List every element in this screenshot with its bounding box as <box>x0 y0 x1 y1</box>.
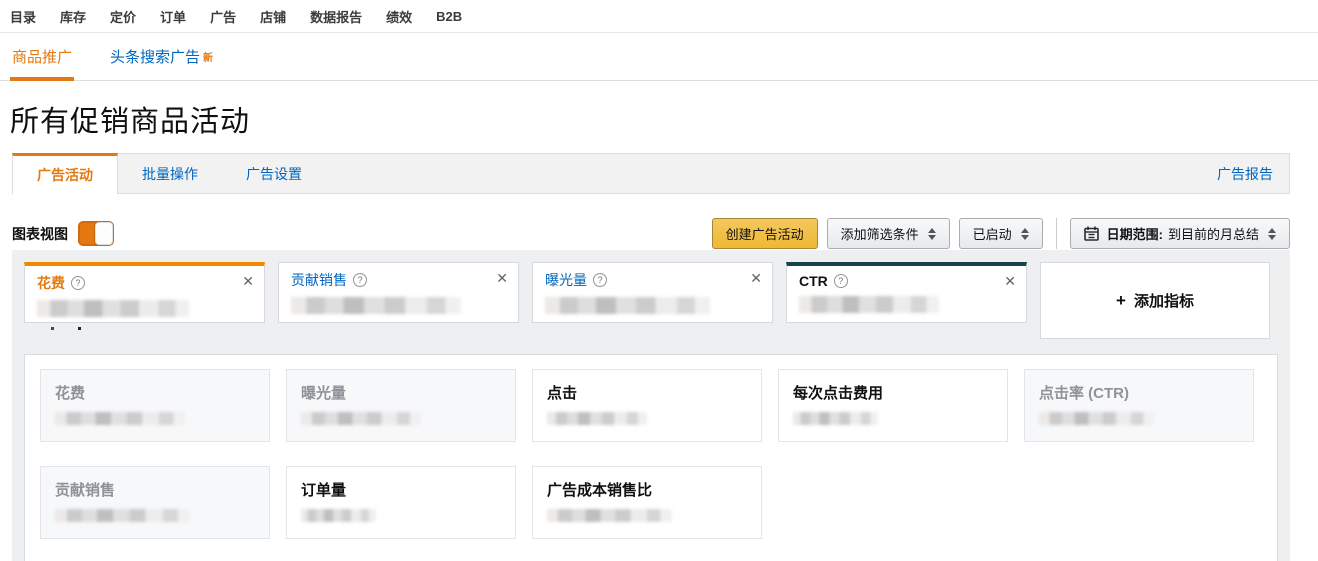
chart-view-toggle[interactable] <box>78 221 114 246</box>
nav-item-store[interactable]: 店铺 <box>260 7 286 26</box>
nav-item-performance[interactable]: 绩效 <box>386 7 412 26</box>
metric-picker-panel: 花费 曝光量 点击 每次点击费用 点击率 (CTR) 贡献销售 订单量 广告成本… <box>24 354 1278 561</box>
help-icon[interactable]: ? <box>593 273 607 287</box>
metric-card-attributed-sales[interactable]: 贡献销售 ? ✕ <box>278 262 519 323</box>
nav-item-advertising[interactable]: 广告 <box>210 7 236 26</box>
redacted-value <box>799 296 939 313</box>
metric-card-spend[interactable]: 花费 ? ✕ <box>24 262 265 330</box>
help-icon[interactable]: ? <box>353 273 367 287</box>
calendar-icon <box>1083 226 1099 241</box>
metric-card-impressions[interactable]: 曝光量 ? ✕ <box>532 262 773 323</box>
metric-tile-label: 花费 <box>55 385 86 402</box>
controls-buttons: 创建广告活动 添加筛选条件 已启动 日期范围: 到目前的月总结 <box>711 218 1290 249</box>
nav-item-reports[interactable]: 数据报告 <box>310 7 362 26</box>
help-icon[interactable]: ? <box>833 274 848 288</box>
add-metric-button[interactable]: + 添加指标 <box>1040 262 1270 339</box>
new-badge: 新 <box>203 53 214 64</box>
add-filter-dropdown[interactable]: 添加筛选条件 <box>826 218 950 249</box>
toggle-knob <box>95 222 113 245</box>
metric-tile-row-1: 花费 曝光量 点击 每次点击费用 点击率 (CTR) <box>40 369 1262 442</box>
controls-row: 图表视图 创建广告活动 添加筛选条件 已启动 日期范围: 到目前的月总结 <box>12 218 1290 249</box>
plus-icon: + <box>1116 290 1126 310</box>
redacted-value <box>793 412 878 425</box>
nav-item-pricing[interactable]: 定价 <box>110 7 136 26</box>
create-campaign-button[interactable]: 创建广告活动 <box>711 218 818 249</box>
selected-metric-cards-row: 花费 ? ✕ 贡献销售 ? ✕ 曝光量 ? ✕ CTR ? ✕ + 添加指标 <box>24 262 1278 339</box>
metric-tile-label: 点击率 (CTR) <box>1039 385 1129 402</box>
help-icon[interactable]: ? <box>71 276 85 290</box>
redaction-artifact <box>51 327 54 330</box>
redacted-value <box>547 412 647 425</box>
nav-item-inventory[interactable]: 库存 <box>60 7 86 26</box>
metric-card-label: CTR <box>799 273 828 289</box>
metric-tile-label: 点击 <box>547 385 578 402</box>
campaign-tab-strip: 广告活动 批量操作 广告设置 广告报告 <box>12 153 1290 194</box>
subnav-sponsored-products-label: 商品推广 <box>12 49 73 66</box>
metric-card-label: 曝光量 <box>545 272 587 288</box>
metric-tile-label: 每次点击费用 <box>793 385 884 402</box>
redacted-value <box>55 509 190 522</box>
redacted-value <box>55 412 185 425</box>
nav-item-catalog[interactable]: 目录 <box>10 7 36 26</box>
top-navigation: 目录 库存 定价 订单 广告 店铺 数据报告 绩效 B2B <box>0 0 1318 33</box>
tab-bulk-operations[interactable]: 批量操作 <box>118 154 222 193</box>
metrics-section: 花费 ? ✕ 贡献销售 ? ✕ 曝光量 ? ✕ CTR ? ✕ + 添加指标 花… <box>12 250 1290 561</box>
dropdown-arrows-icon <box>1268 227 1276 240</box>
metric-tile-row-2: 贡献销售 订单量 广告成本销售比 <box>40 466 1262 539</box>
tab-campaigns[interactable]: 广告活动 <box>12 153 118 194</box>
vertical-separator <box>1055 218 1057 249</box>
ad-reports-link[interactable]: 广告报告 <box>1217 164 1273 184</box>
metric-tile-orders[interactable]: 订单量 <box>286 466 516 539</box>
metric-card-label: 花费 <box>37 275 65 291</box>
date-range-dropdown[interactable]: 日期范围: 到目前的月总结 <box>1069 218 1290 249</box>
status-filter-label: 已启动 <box>972 227 1012 242</box>
status-filter-dropdown[interactable]: 已启动 <box>958 218 1043 249</box>
nav-item-orders[interactable]: 订单 <box>160 7 186 26</box>
metric-tile-ctr: 点击率 (CTR) <box>1024 369 1254 442</box>
subnav-item-headline-search-ads[interactable]: 头条搜索广告 新 <box>108 33 215 80</box>
subnav-headline-ads-label: 头条搜索广告 <box>110 49 201 66</box>
add-filter-label: 添加筛选条件 <box>840 227 919 242</box>
chart-view-label: 图表视图 <box>12 225 68 242</box>
page-title: 所有促销商品活动 <box>10 106 251 138</box>
metric-card-ctr[interactable]: CTR ? ✕ <box>786 262 1027 323</box>
close-icon[interactable]: ✕ <box>496 271 508 285</box>
dropdown-arrows-icon <box>1020 227 1029 240</box>
tab-ad-settings[interactable]: 广告设置 <box>222 154 326 193</box>
date-range-label: 日期范围: <box>1106 227 1163 242</box>
metric-card-label: 贡献销售 <box>291 272 347 288</box>
close-icon[interactable]: ✕ <box>1004 274 1016 288</box>
nav-item-b2b[interactable]: B2B <box>436 9 462 24</box>
metric-tile-cpc[interactable]: 每次点击费用 <box>778 369 1008 442</box>
redacted-value <box>301 412 421 425</box>
close-icon[interactable]: ✕ <box>242 274 254 288</box>
redacted-value <box>547 509 672 522</box>
metric-tile-label: 曝光量 <box>301 385 347 402</box>
metric-tile-label: 广告成本销售比 <box>547 482 653 499</box>
add-metric-label: 添加指标 <box>1133 293 1194 310</box>
metric-tile-spend: 花费 <box>40 369 270 442</box>
redacted-value <box>1039 412 1154 425</box>
redaction-artifact <box>78 327 81 330</box>
subnav-item-sponsored-products[interactable]: 商品推广 <box>10 33 75 81</box>
metric-tile-label: 订单量 <box>301 482 347 499</box>
metric-tile-clicks[interactable]: 点击 <box>532 369 762 442</box>
redacted-value <box>545 297 710 314</box>
dropdown-arrows-icon <box>927 227 936 240</box>
redacted-value <box>291 297 461 314</box>
date-range-value: 到目前的月总结 <box>1167 227 1259 242</box>
close-icon[interactable]: ✕ <box>750 271 762 285</box>
metric-tile-attributed-sales: 贡献销售 <box>40 466 270 539</box>
metric-tile-acos[interactable]: 广告成本销售比 <box>532 466 762 539</box>
metric-tile-impressions: 曝光量 <box>286 369 516 442</box>
redacted-value <box>37 300 189 317</box>
metric-tile-label: 贡献销售 <box>55 482 116 499</box>
redacted-value <box>301 509 376 522</box>
ads-sub-navigation: 商品推广 头条搜索广告 新 <box>0 33 1318 81</box>
